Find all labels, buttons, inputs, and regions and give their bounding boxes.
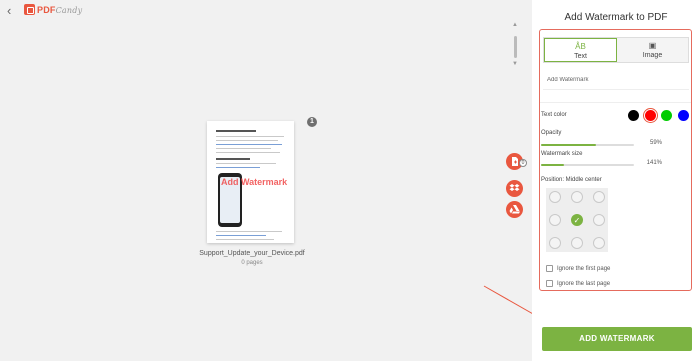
logo-icon <box>24 4 35 15</box>
text-color-label: Text color <box>541 112 567 118</box>
tab-image[interactable]: ▣ Image <box>617 38 688 62</box>
image-icon: ▣ <box>648 41 657 50</box>
doc-line <box>216 167 260 168</box>
watermark-settings: ÅB Text ▣ Image Text color Opacity 59% W… <box>539 29 692 291</box>
document-thumbnail[interactable]: Add Watermark <box>207 121 294 243</box>
document-filename: Support_Update_your_Device.pdf <box>199 250 305 257</box>
position-middle-right[interactable] <box>593 214 605 226</box>
position-bottom-center[interactable] <box>571 237 583 249</box>
panel-title: Add Watermark to PDF <box>564 12 668 23</box>
size-slider-fill <box>541 164 565 166</box>
add-file-button[interactable]: 0 <box>506 153 527 170</box>
doc-heading <box>216 130 256 132</box>
tab-image-label: Image <box>642 52 663 59</box>
ignore-first-page-label: Ignore the first page <box>557 265 611 272</box>
watermark-preview: Add Watermark <box>221 177 288 187</box>
position-top-right[interactable] <box>593 191 605 203</box>
text-icon: ÅB <box>575 42 586 51</box>
doc-line <box>216 136 284 137</box>
doc-line <box>216 152 280 153</box>
watermark-size-label: Watermark size <box>541 151 583 157</box>
doc-line <box>216 239 274 240</box>
logo[interactable]: PDFCandy <box>24 4 82 15</box>
add-watermark-button[interactable]: ADD WATERMARK <box>542 327 692 351</box>
color-blue-swatch[interactable] <box>678 110 689 121</box>
position-bottom-right[interactable] <box>593 237 605 249</box>
ignore-last-page-option[interactable]: Ignore the last page <box>546 280 610 287</box>
settings-panel: Add Watermark to PDF ÅB Text ▣ Image Tex… <box>532 0 700 361</box>
scroll-up-icon[interactable]: ▲ <box>512 22 518 28</box>
doc-line <box>216 163 276 164</box>
doc-line <box>216 140 278 141</box>
page-count-badge: 1 <box>307 117 317 127</box>
ignore-first-page-option[interactable]: Ignore the first page <box>546 265 610 272</box>
ignore-last-page-label: Ignore the last page <box>557 280 611 287</box>
position-bottom-left[interactable] <box>549 237 561 249</box>
ignore-last-page-checkbox[interactable] <box>546 280 553 287</box>
google-drive-button[interactable] <box>506 201 523 218</box>
opacity-slider[interactable] <box>541 144 634 146</box>
tab-text-label: Text <box>574 53 587 60</box>
divider <box>540 102 691 103</box>
add-file-badge: 0 <box>519 159 527 167</box>
position-top-center[interactable] <box>571 191 583 203</box>
dropbox-icon <box>509 184 520 191</box>
document-pages: 0 pages <box>241 260 263 266</box>
logo-text: PDFCandy <box>37 5 82 15</box>
doc-line <box>216 148 271 149</box>
ignore-first-page-checkbox[interactable] <box>546 265 553 272</box>
position-top-left[interactable] <box>549 191 561 203</box>
color-black-swatch[interactable] <box>628 110 639 121</box>
top-bar: ‹ PDFCandy <box>0 0 532 24</box>
back-arrow-icon[interactable]: ‹ <box>7 4 11 18</box>
logo-main: PDF <box>37 4 56 15</box>
doc-line <box>216 235 266 236</box>
scroll-down-icon[interactable]: ▼ <box>512 61 518 67</box>
google-drive-icon <box>509 205 520 214</box>
position-grid: ✓ <box>546 188 608 252</box>
add-file-icon <box>511 157 518 166</box>
scrollbar-thumb[interactable] <box>514 36 517 58</box>
color-red-swatch[interactable] <box>645 110 656 121</box>
dropbox-button[interactable] <box>506 180 523 197</box>
position-middle-left[interactable] <box>549 214 561 226</box>
tab-text[interactable]: ÅB Text <box>544 38 617 62</box>
opacity-value: 59% <box>649 140 662 146</box>
position-label: Position: Middle center <box>541 177 602 183</box>
doc-subheading <box>216 158 250 160</box>
size-value: 141% <box>646 160 662 166</box>
opacity-label: Opacity <box>541 130 562 136</box>
logo-sub: Candy <box>55 5 83 15</box>
watermark-type-tabs: ÅB Text ▣ Image <box>543 37 689 63</box>
doc-line <box>216 231 282 232</box>
opacity-slider-fill <box>541 144 596 146</box>
color-green-swatch[interactable] <box>661 110 672 121</box>
size-slider[interactable] <box>541 164 634 166</box>
watermark-text-input[interactable] <box>543 70 689 90</box>
doc-line <box>216 144 282 145</box>
position-middle-center[interactable]: ✓ <box>571 214 583 226</box>
